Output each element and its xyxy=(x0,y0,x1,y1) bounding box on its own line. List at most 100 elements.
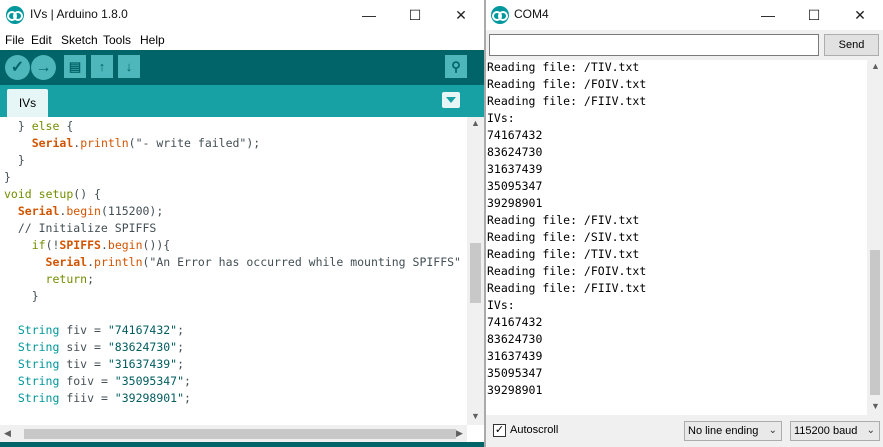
open-icon[interactable]: ↑ xyxy=(91,55,113,78)
editor-horizontal-scroll-thumb[interactable] xyxy=(24,429,456,439)
serial-titlebar: COM4 — ☐ ✕ xyxy=(486,0,883,30)
scroll-right-icon[interactable]: ▶ xyxy=(456,428,463,439)
scroll-left-icon[interactable]: ◀ xyxy=(4,428,11,439)
code-token: fiiv = xyxy=(59,391,115,405)
serial-output-line: 39298901 xyxy=(487,196,543,210)
autoscroll-checkbox[interactable]: ✓ xyxy=(493,424,506,437)
code-line: // Initialize SPIFFS xyxy=(4,220,156,237)
tab-ivs[interactable]: IVs xyxy=(7,89,48,117)
minimize-button[interactable]: — xyxy=(346,0,392,30)
serial-output-line: 74167432 xyxy=(487,315,543,329)
code-token: foiv = xyxy=(59,374,115,388)
editor-vertical-scrollbar[interactable]: ▲ ▼ xyxy=(467,117,484,425)
ide-status-strip xyxy=(0,442,484,447)
scroll-up-icon[interactable]: ▲ xyxy=(871,61,880,71)
code-line: Serial.begin(115200); xyxy=(4,203,163,220)
serial-output-line: 74167432 xyxy=(487,128,543,142)
scroll-down-icon[interactable]: ▼ xyxy=(471,411,480,421)
code-token: Serial xyxy=(17,204,60,218)
code-line: String tiv = "31637439"; xyxy=(4,356,184,373)
serial-output-line: Reading file: /FIIV.txt xyxy=(487,281,647,295)
serial-output-line: 31637439 xyxy=(487,162,543,176)
code-line: } xyxy=(4,169,11,186)
code-token: . xyxy=(87,255,95,269)
serial-output-line: Reading file: /FIIV.txt xyxy=(487,94,647,108)
serial-vertical-scrollbar[interactable]: ▲ ▼ xyxy=(867,60,883,415)
close-button[interactable]: ✕ xyxy=(438,0,484,30)
code-token: String xyxy=(17,323,60,337)
serial-vertical-scroll-thumb[interactable] xyxy=(870,250,880,395)
upload-icon[interactable]: → xyxy=(31,55,56,80)
code-token: } xyxy=(4,289,39,303)
maximize-button[interactable]: ☐ xyxy=(392,0,438,30)
code-line: return; xyxy=(4,271,94,288)
tab-menu-dropdown-icon[interactable] xyxy=(442,92,460,108)
code-token: println xyxy=(94,255,143,269)
serial-output-line: Reading file: /FIV.txt xyxy=(487,213,640,227)
serial-minimize-button[interactable]: — xyxy=(745,0,791,30)
code-token: ; xyxy=(184,374,191,388)
serial-output-line: 39298901 xyxy=(487,383,543,397)
serial-send-input[interactable] xyxy=(489,34,819,56)
code-line: String siv = "83624730"; xyxy=(4,339,184,356)
menu-sketch[interactable]: Sketch xyxy=(61,33,98,47)
code-line: Serial.println("An Error has occurred wh… xyxy=(4,254,461,271)
baud-rate-value: 115200 baud xyxy=(794,425,858,437)
serial-output-line: 83624730 xyxy=(487,332,543,346)
new-icon[interactable]: ▤ xyxy=(64,55,86,78)
serial-output-line: 31637439 xyxy=(487,349,543,363)
menu-tools[interactable]: Tools xyxy=(103,33,131,47)
arduino-logo-icon xyxy=(491,6,509,24)
line-ending-value: No line ending xyxy=(688,425,759,437)
tab-bar: IVs xyxy=(0,85,484,117)
serial-output-line: 83624730 xyxy=(487,145,543,159)
serial-output-line: IVs: xyxy=(487,298,515,312)
serial-output-line: Reading file: /FOIV.txt xyxy=(487,77,647,91)
code-token: else xyxy=(31,119,60,133)
line-ending-select[interactable]: No line ending ⌄ xyxy=(684,421,782,441)
code-token: } xyxy=(4,119,32,133)
scroll-up-icon[interactable]: ▲ xyxy=(471,118,480,128)
code-line: String foiv = "35095347"; xyxy=(4,373,191,390)
code-token: println xyxy=(80,136,129,150)
serial-output-line: IVs: xyxy=(487,111,515,125)
serial-close-button[interactable]: ✕ xyxy=(837,0,883,30)
code-token: "74167432" xyxy=(107,323,178,337)
code-token: "31637439" xyxy=(107,357,178,371)
menu-edit[interactable]: Edit xyxy=(31,33,52,47)
code-line: Serial.println("- write failed"); xyxy=(4,135,261,152)
serial-output-line: 35095347 xyxy=(487,179,543,193)
editor-vertical-scroll-thumb[interactable] xyxy=(470,243,481,303)
code-line: if(!SPIFFS.begin()){ xyxy=(4,237,171,254)
arduino-ide-window: IVs | Arduino 1.8.0 — ☐ ✕ File Edit Sket… xyxy=(0,0,484,447)
scroll-down-icon[interactable]: ▼ xyxy=(871,401,880,411)
code-token: return xyxy=(45,272,88,286)
code-line: } else { xyxy=(4,118,73,135)
menu-help[interactable]: Help xyxy=(140,33,165,47)
code-token: Serial xyxy=(45,255,88,269)
serial-monitor-icon[interactable]: ⚲ xyxy=(445,55,467,78)
editor-horizontal-scrollbar[interactable]: ◀ ▶ xyxy=(0,425,467,442)
code-token: "83624730" xyxy=(107,340,178,354)
menu-bar: File Edit Sketch Tools Help xyxy=(0,30,484,50)
code-token: "39298901" xyxy=(114,391,185,405)
code-editor[interactable]: } else { Serial.println("- write failed"… xyxy=(0,117,467,425)
send-button[interactable]: Send xyxy=(824,34,879,56)
code-token: ; xyxy=(177,340,185,354)
code-token: if xyxy=(31,238,46,252)
serial-output-line: Reading file: /TIV.txt xyxy=(487,60,640,74)
autoscroll-label: Autoscroll xyxy=(510,424,559,436)
code-token: String xyxy=(17,374,60,388)
save-icon[interactable]: ↓ xyxy=(118,55,140,78)
code-token: } xyxy=(4,170,11,184)
code-token: ; xyxy=(177,323,185,337)
verify-icon[interactable]: ✓ xyxy=(5,55,30,80)
menu-file[interactable]: File xyxy=(5,33,24,47)
baud-rate-select[interactable]: 115200 baud ⌄ xyxy=(790,421,880,441)
serial-maximize-button[interactable]: ☐ xyxy=(791,0,837,30)
code-token: ("- write failed"); xyxy=(128,136,261,150)
